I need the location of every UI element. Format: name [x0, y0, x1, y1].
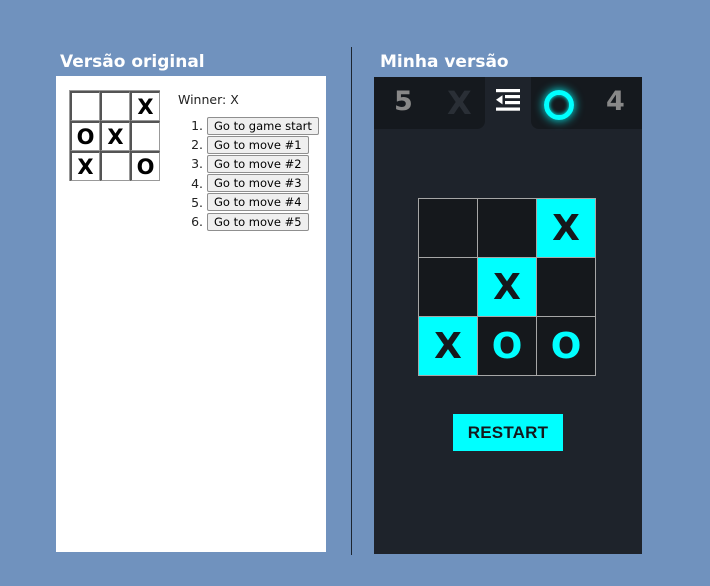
- move-list-item: 3. Go to move #2: [178, 154, 319, 173]
- score-o-count: 4: [606, 86, 625, 117]
- my-board: X X X O O: [418, 198, 596, 376]
- board-cell[interactable]: X: [537, 199, 596, 258]
- move-list-item: 6. Go to move #5: [178, 212, 319, 231]
- board-cell[interactable]: [419, 199, 478, 258]
- board-cell[interactable]: [419, 258, 478, 317]
- board-cell[interactable]: [478, 199, 537, 258]
- move-number: 4.: [191, 175, 203, 191]
- menu-collapse-icon[interactable]: [494, 87, 522, 113]
- move-number: 6.: [191, 214, 203, 230]
- original-square[interactable]: X: [130, 91, 160, 121]
- move-list-item: 4. Go to move #3: [178, 174, 319, 193]
- original-game-panel: X O X X O Winner: X 1. Go to game start 2…: [56, 76, 326, 552]
- restart-button[interactable]: RESTART: [453, 414, 563, 451]
- original-square[interactable]: [100, 151, 130, 181]
- board-cell[interactable]: O: [478, 317, 537, 376]
- original-square[interactable]: [70, 91, 100, 121]
- board-cell[interactable]: X: [478, 258, 537, 317]
- move-number: 2.: [191, 137, 203, 153]
- game-info: Winner: X 1. Go to game start 2. Go to mov…: [178, 92, 319, 231]
- go-to-move-1-button[interactable]: Go to move #1: [207, 135, 309, 154]
- original-square[interactable]: X: [100, 121, 130, 151]
- original-square[interactable]: [100, 91, 130, 121]
- my-version-heading: Minha versão: [380, 52, 509, 72]
- winner-status: Winner: X: [178, 92, 239, 107]
- my-game-panel: 5 X 4 X X X O O RESTART: [374, 77, 642, 554]
- original-square[interactable]: O: [70, 121, 100, 151]
- move-list-item: 2. Go to move #1: [178, 135, 319, 154]
- move-number: 3.: [191, 156, 203, 172]
- move-number: 5.: [191, 194, 203, 210]
- go-to-move-5-button[interactable]: Go to move #5: [207, 212, 309, 231]
- go-to-game-start-button[interactable]: Go to game start: [207, 116, 319, 135]
- original-square[interactable]: X: [70, 151, 100, 181]
- move-history-list: 1. Go to game start 2. Go to move #1 3. Go …: [178, 116, 319, 231]
- go-to-move-4-button[interactable]: Go to move #4: [207, 193, 309, 212]
- player-x-icon: X: [447, 84, 472, 122]
- board-cell[interactable]: X: [419, 317, 478, 376]
- score-x-count: 5: [394, 86, 413, 117]
- player-o-icon: [544, 90, 574, 120]
- move-number: 1.: [191, 118, 203, 134]
- original-square[interactable]: O: [130, 151, 160, 181]
- original-board: X O X X O: [69, 90, 160, 181]
- original-square[interactable]: [130, 121, 160, 151]
- move-list-item: 1. Go to game start: [178, 116, 319, 135]
- go-to-move-2-button[interactable]: Go to move #2: [207, 154, 309, 173]
- original-version-heading: Versão original: [60, 52, 205, 72]
- move-list-item: 5. Go to move #4: [178, 193, 319, 212]
- go-to-move-3-button[interactable]: Go to move #3: [207, 174, 309, 193]
- board-cell[interactable]: [537, 258, 596, 317]
- divider: [351, 47, 352, 555]
- board-cell[interactable]: O: [537, 317, 596, 376]
- scoreboard: 5 X 4: [374, 77, 642, 129]
